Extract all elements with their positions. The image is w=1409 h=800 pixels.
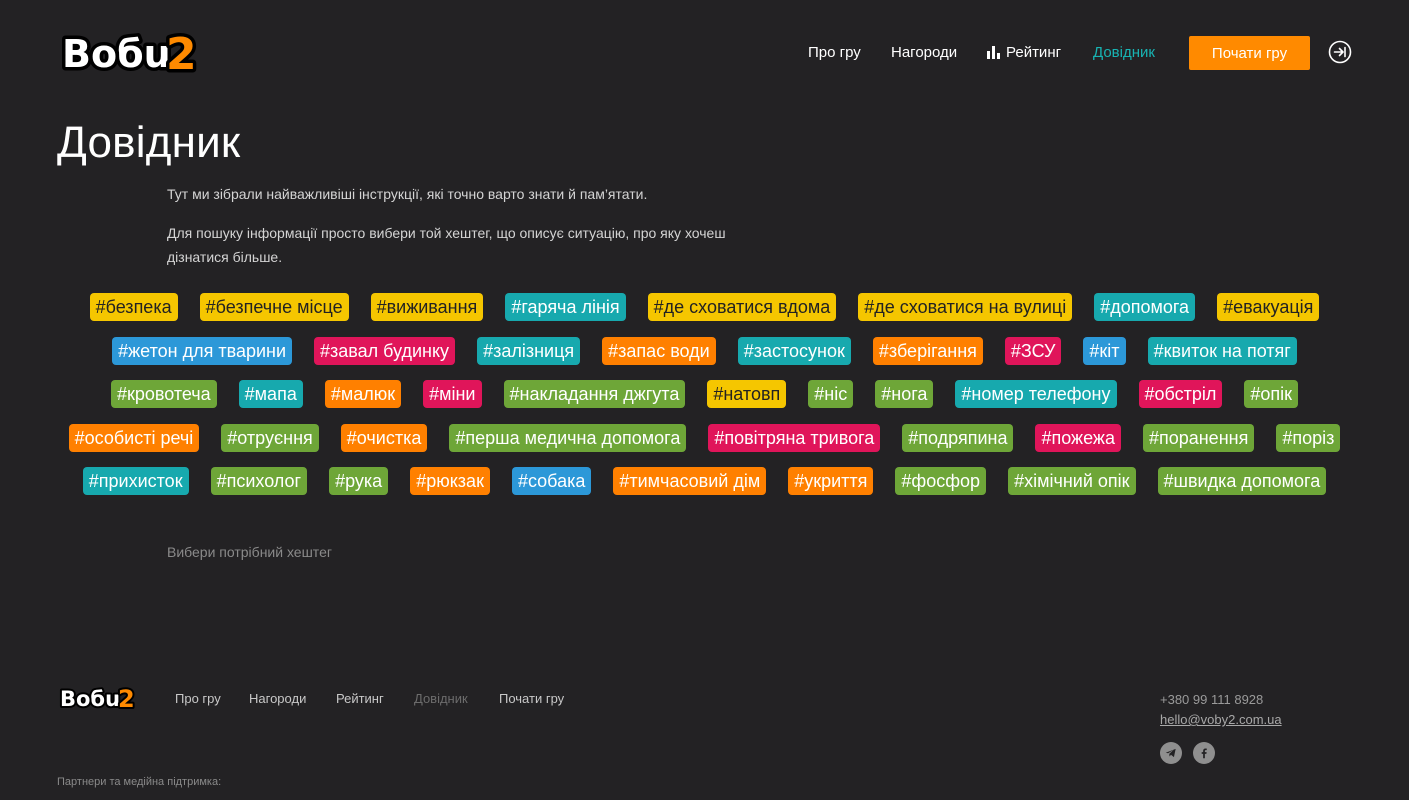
hashtag-button[interactable]: #малюк — [324, 380, 402, 408]
intro-paragraph-2: Для пошуку інформації просто вибери той … — [167, 225, 726, 265]
hashtag-button[interactable]: #кіт — [1083, 336, 1126, 365]
partners-label: Партнери та медійна підтримка: — [57, 776, 222, 788]
hashtag-button[interactable]: #очистка — [340, 423, 428, 452]
tag-row: #жетон для тварини #завал будинку #залізни… — [56, 336, 1353, 365]
tag-row: #кровотеча #мапа #малюк #міни #накладання дж… — [56, 380, 1353, 408]
hashtag-button[interactable]: #квиток на потяг — [1147, 336, 1297, 365]
hashtag-button[interactable]: #рюкзак — [410, 467, 490, 495]
hashtag-button[interactable]: #допомога — [1094, 293, 1196, 321]
hashtag-button[interactable]: #тимчасовий дім — [613, 467, 767, 495]
intro-text: Тут ми зібрали найважливіші інструкції, … — [167, 182, 767, 284]
sign-in-icon[interactable] — [1328, 40, 1352, 64]
tag-row: #безпека #безпечне місце #виживання #гаряча… — [56, 293, 1353, 321]
footer-nav-awards[interactable]: Нагороди — [249, 691, 306, 706]
hashtag-button[interactable]: #натовп — [707, 380, 787, 408]
hashtag-button[interactable]: #накладання джгута — [503, 380, 686, 408]
hashtag-button[interactable]: #ніс — [808, 380, 854, 408]
bar-chart-icon — [987, 46, 1000, 59]
tag-row: #особисті речі #отруєння #очистка #перша ме… — [56, 423, 1353, 452]
footer-nav-rating[interactable]: Рейтинг — [336, 691, 384, 706]
hashtag-button[interactable]: #пожежа — [1035, 423, 1121, 452]
hashtag-button[interactable]: #кровотеча — [110, 380, 217, 408]
hashtag-button[interactable]: #де сховатися на вулиці — [858, 293, 1073, 321]
hashtag-button[interactable]: #нога — [875, 380, 934, 408]
hashtag-button[interactable]: #завал будинку — [314, 336, 456, 365]
svg-text:2: 2 — [118, 685, 135, 712]
nav-rating[interactable]: Рейтинг — [987, 44, 1061, 61]
hashtag-button[interactable]: #запас води — [602, 336, 716, 365]
hashtag-button[interactable]: #поріз — [1276, 423, 1341, 452]
hashtag-cloud: #безпека #безпечне місце #виживання #гаряча… — [56, 293, 1353, 511]
hashtag-button[interactable]: #психолог — [210, 467, 308, 495]
hashtag-button[interactable]: #рука — [329, 467, 389, 495]
hashtag-button[interactable]: #обстріл — [1138, 380, 1223, 408]
tag-row: #прихисток #психолог #рука #рюкзак #собака #т… — [56, 467, 1353, 495]
intro-paragraph-1: Тут ми зібрали найважливіші інструкції, … — [167, 186, 648, 202]
hashtag-button[interactable]: #опік — [1244, 380, 1299, 408]
phone-number[interactable]: +380 99 111 8928 — [1160, 691, 1282, 711]
hashtag-button[interactable]: #укриття — [788, 467, 874, 495]
hashtag-button[interactable]: #де сховатися вдома — [647, 293, 837, 321]
telegram-icon[interactable] — [1160, 742, 1182, 764]
hashtag-button[interactable]: #залізниця — [477, 336, 581, 365]
hashtag-button[interactable]: #міни — [423, 380, 482, 408]
hashtag-button[interactable]: #отруєння — [221, 423, 319, 452]
hashtag-button[interactable]: #жетон для тварини — [112, 336, 293, 365]
hashtag-button[interactable]: #подряпина — [902, 423, 1014, 452]
footer-nav-about[interactable]: Про гру — [175, 691, 221, 706]
hashtag-button[interactable]: #хімічний опік — [1008, 467, 1136, 495]
hashtag-button[interactable]: #безпека — [89, 293, 178, 321]
hashtag-button[interactable]: #ЗСУ — [1004, 336, 1062, 365]
footer-logo[interactable]: Вобu Вобu 2 2 — [58, 684, 144, 712]
footer-logo-graphic: Вобu Вобu 2 2 — [58, 684, 137, 712]
hashtag-button[interactable]: #швидка допомога — [1157, 467, 1327, 495]
hashtag-button[interactable]: #виживання — [370, 293, 484, 321]
nav-reference[interactable]: Довідник — [1093, 44, 1155, 61]
nav-rating-label: Рейтинг — [1006, 44, 1062, 61]
nav-about[interactable]: Про гру — [808, 44, 861, 61]
footer-nav-reference[interactable]: Довідник — [414, 691, 468, 706]
facebook-icon[interactable] — [1193, 742, 1215, 764]
hashtag-button[interactable]: #мапа — [238, 380, 303, 408]
hashtag-button[interactable]: #прихисток — [82, 467, 189, 495]
email-link[interactable]: hello@voby2.com.ua — [1160, 711, 1282, 731]
nav-awards[interactable]: Нагороди — [891, 44, 957, 61]
hashtag-button[interactable]: #поранення — [1142, 423, 1255, 452]
hashtag-button[interactable]: #фосфор — [895, 467, 987, 495]
hashtag-button[interactable]: #особисті речі — [68, 423, 200, 452]
start-game-button[interactable]: Почати гру — [1189, 36, 1310, 70]
hashtag-button[interactable]: #номер телефону — [955, 380, 1117, 408]
hashtag-button[interactable]: #застосунок — [737, 336, 851, 365]
hashtag-button[interactable]: #безпечне місце — [199, 293, 349, 321]
footer-contacts: +380 99 111 8928 hello@voby2.com.ua — [1160, 691, 1282, 731]
hashtag-button[interactable]: #перша медична допомога — [449, 423, 687, 452]
hashtag-button[interactable]: #собака — [511, 467, 592, 495]
footer-nav-start[interactable]: Почати гру — [499, 691, 564, 706]
social-links — [1160, 742, 1215, 764]
page-title: Довідник — [57, 118, 241, 167]
hint-text: Вибери потрібний хештег — [167, 544, 332, 560]
hashtag-button[interactable]: #повітряна тривога — [708, 423, 881, 452]
hashtag-button[interactable]: #гаряча лінія — [505, 293, 626, 321]
hashtag-button[interactable]: #евакуація — [1217, 293, 1320, 321]
svg-text:Вобu: Вобu — [60, 687, 120, 711]
hashtag-button[interactable]: #зберігання — [872, 336, 983, 365]
